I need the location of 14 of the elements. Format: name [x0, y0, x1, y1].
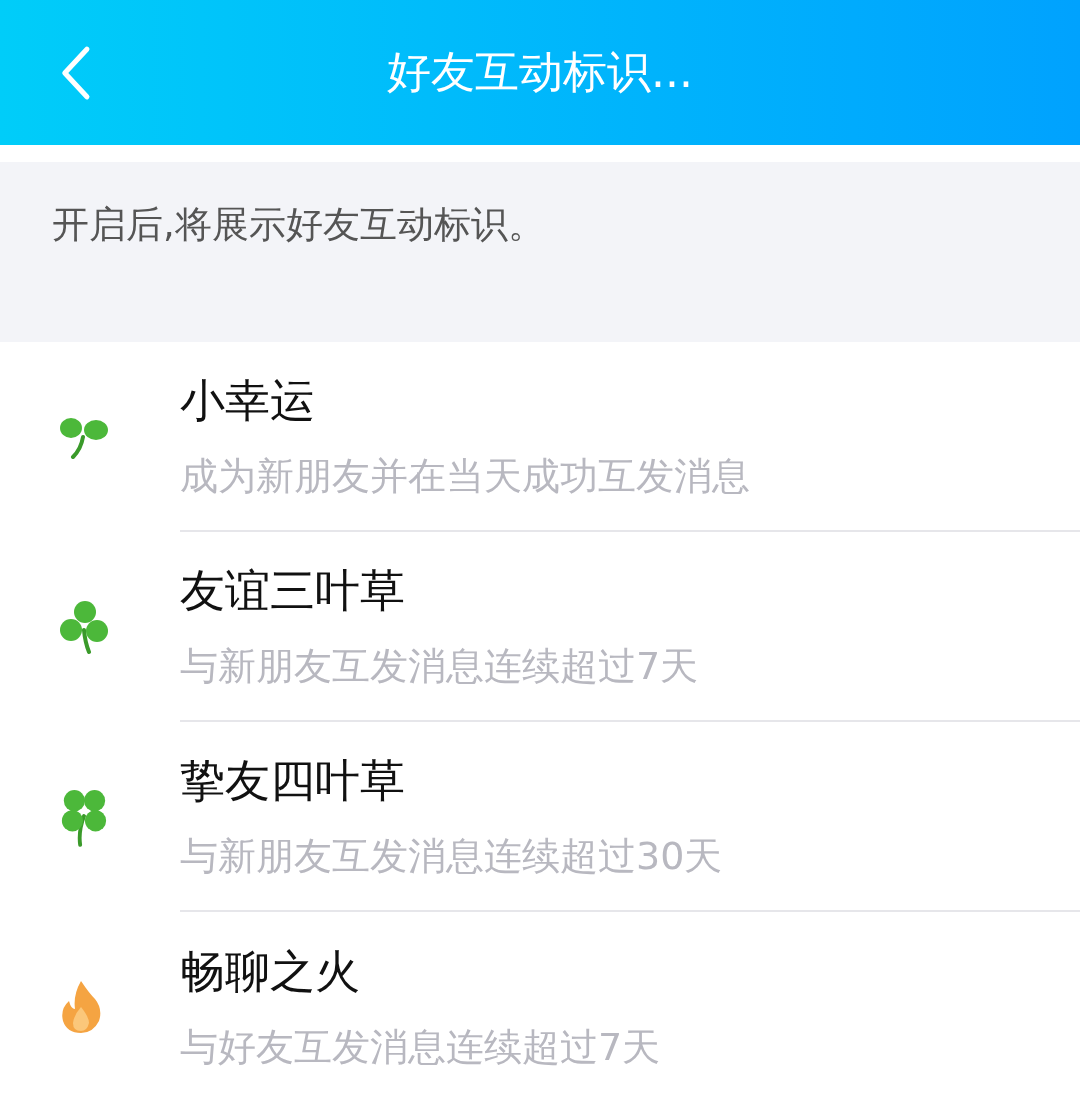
window-title: 好友互动标识...: [387, 45, 693, 99]
flame-icon: [59, 979, 103, 1035]
item-title: 友谊三叶草: [180, 562, 406, 619]
four-leaf-clover-icon: [59, 787, 109, 847]
sprout-icon: [59, 415, 109, 459]
item-title: 畅聊之火: [180, 943, 361, 1000]
item-description: 与新朋友互发消息连续超过30天: [180, 832, 724, 880]
item-description: 与好友互发消息连续超过7天: [180, 1023, 662, 1071]
item-title: 小幸运: [180, 372, 316, 429]
item-title: 挚友四叶草: [180, 752, 406, 809]
notice-text: 开启后,将展示好友互动标识。: [52, 203, 545, 246]
clover-icon: [59, 600, 109, 654]
item-description: 与新朋友互发消息连续超过7天: [180, 642, 700, 690]
item-description: 成为新朋友并在当天成功互发消息: [180, 452, 751, 500]
